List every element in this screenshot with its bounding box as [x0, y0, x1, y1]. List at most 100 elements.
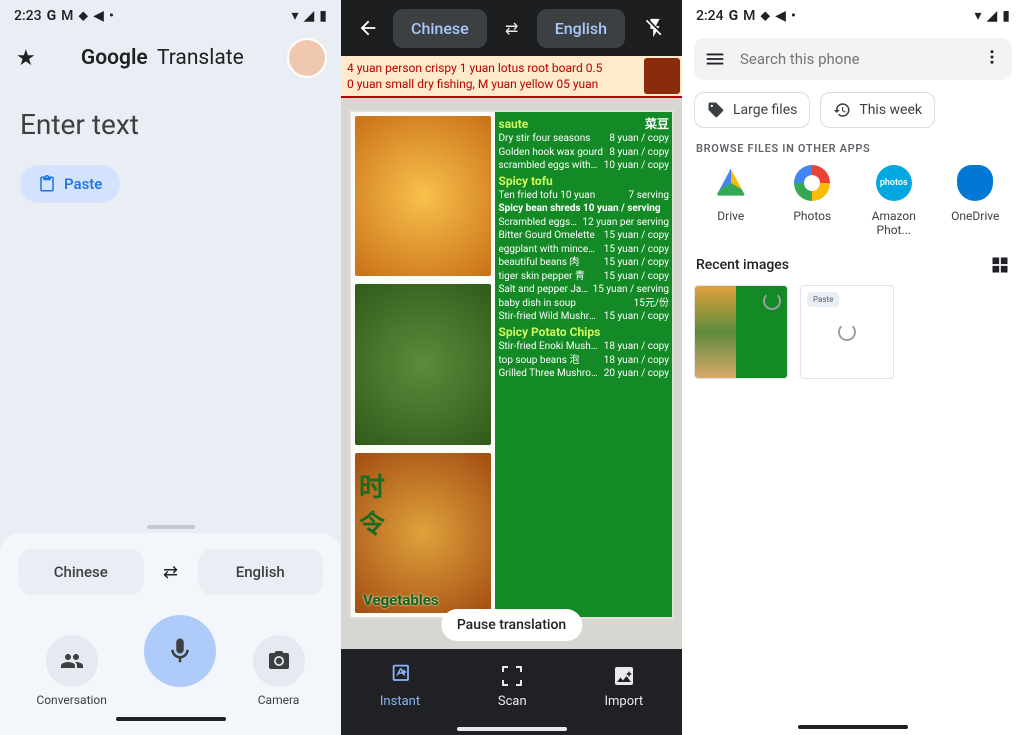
avatar[interactable] [289, 40, 325, 76]
status-time: 2:23 [14, 8, 42, 24]
google-icon: G [47, 8, 57, 24]
conversation-label: Conversation [36, 693, 106, 707]
source-language-button[interactable]: Chinese [18, 549, 144, 595]
camera-source-language[interactable]: Chinese [393, 9, 487, 48]
wifi-icon: ▾ [291, 8, 298, 24]
amazon-photos-icon: photos [876, 165, 912, 201]
status-bar: 2:24 G M ⬥ ◀ • ▾ ◢ ▮ [682, 0, 1024, 28]
dot-icon: • [791, 8, 796, 24]
app-amazon-photos[interactable]: photos Amazon Phot... [857, 165, 931, 237]
app-label: Amazon Phot... [857, 209, 931, 237]
search-bar[interactable] [694, 38, 1012, 80]
signal-icon: ◢ [987, 8, 998, 24]
send-icon: ◀ [93, 8, 104, 24]
app-label: OneDrive [951, 209, 999, 223]
recent-image-thumb[interactable] [694, 285, 788, 379]
saved-icon[interactable]: ★ [16, 46, 36, 71]
misc-icon: ⬥ [760, 8, 770, 24]
battery-icon: ▮ [1002, 8, 1010, 24]
voice-label [178, 693, 181, 707]
menu-text: saute菜豆Dry stir four seasons8 yuan / cop… [495, 112, 672, 617]
history-icon [833, 101, 851, 119]
scan-icon [500, 664, 524, 688]
signal-icon: ◢ [304, 8, 315, 24]
paste-label: Paste [64, 175, 102, 193]
banner-line: 4 yuan person crispy 1 yuan lotus root b… [347, 60, 676, 76]
pause-translation-button[interactable]: Pause translation [441, 609, 582, 641]
filter-label: Large files [733, 102, 797, 118]
vegetables-label: Vegetables [363, 591, 439, 609]
arrow-left-icon [357, 17, 379, 39]
camera-button[interactable] [253, 635, 305, 687]
battery-icon: ▮ [319, 8, 327, 24]
camera-icon [267, 649, 291, 673]
menu-icon[interactable] [704, 48, 726, 70]
recent-images-title: Recent images [696, 257, 789, 273]
import-icon [612, 664, 636, 688]
camera-tabs: Instant Scan Import [341, 649, 682, 735]
nav-bar-icon[interactable] [798, 725, 908, 729]
app-drive[interactable]: Drive [694, 165, 768, 237]
gmail-icon: M [61, 8, 73, 24]
app-title: Google Translate [81, 46, 244, 70]
photos-icon [794, 165, 830, 201]
app-label: Photos [793, 209, 831, 223]
tab-import[interactable]: Import [604, 664, 643, 709]
onedrive-icon [957, 165, 993, 201]
tag-icon [707, 101, 725, 119]
swap-languages-button[interactable]: ⇄ [154, 555, 188, 589]
camera-label: Camera [258, 693, 300, 707]
app-label: Drive [717, 209, 744, 223]
recent-image-thumb[interactable]: Paste [800, 285, 894, 379]
banner-line: 0 yuan small dry fishing, M yuan yellow … [347, 76, 676, 92]
misc-icon: ⬥ [78, 8, 88, 24]
status-bar: 2:23 G M ⬥ ◀ • ▾ ◢ ▮ [0, 0, 341, 28]
nav-bar-icon[interactable] [457, 727, 567, 731]
paste-button[interactable]: Paste [20, 165, 120, 203]
send-icon: ◀ [775, 8, 786, 24]
drag-handle-icon[interactable] [147, 525, 195, 529]
camera-swap-button[interactable]: ⇄ [497, 19, 527, 38]
status-time: 2:24 [696, 8, 724, 24]
more-button[interactable] [982, 48, 1002, 70]
flash-button[interactable] [640, 13, 670, 43]
drive-icon [713, 165, 749, 201]
food-photo-icon [644, 58, 680, 94]
filter-this-week[interactable]: This week [820, 92, 935, 128]
clipboard-icon [38, 175, 56, 193]
grid-view-icon[interactable] [990, 255, 1010, 275]
paste-mini-label: Paste [807, 292, 839, 307]
translated-banner: 4 yuan person crispy 1 yuan lotus root b… [341, 56, 682, 98]
gmail-icon: M [743, 8, 755, 24]
loading-spinner-icon [763, 292, 781, 310]
filter-label: This week [859, 102, 922, 118]
food-photo [355, 284, 491, 444]
menu-card: 时令 Vegetables saute菜豆Dry stir four seaso… [349, 110, 674, 619]
nav-bar-icon[interactable] [116, 717, 226, 721]
voice-button[interactable] [144, 615, 216, 687]
instant-icon [388, 664, 412, 688]
camera-target-language[interactable]: English [537, 9, 625, 48]
target-language-button[interactable]: English [198, 549, 324, 595]
back-button[interactable] [353, 13, 383, 43]
text-input-placeholder[interactable]: Enter text [0, 84, 341, 165]
search-input[interactable] [740, 50, 968, 68]
app-photos[interactable]: Photos [775, 165, 849, 237]
google-icon: G [729, 8, 739, 24]
app-onedrive[interactable]: OneDrive [938, 165, 1012, 237]
wifi-icon: ▾ [974, 8, 981, 24]
chinese-char: 时令 [359, 467, 385, 541]
flash-off-icon [644, 17, 666, 39]
food-photo: 时令 Vegetables [355, 453, 491, 613]
tab-label: Scan [498, 694, 527, 709]
tab-label: Import [604, 694, 643, 709]
more-vert-icon [983, 48, 1001, 66]
loading-spinner-icon [838, 323, 856, 341]
tab-scan[interactable]: Scan [498, 664, 527, 709]
conversation-button[interactable] [46, 635, 98, 687]
camera-top-bar: Chinese ⇄ English [341, 0, 682, 56]
tab-instant[interactable]: Instant [380, 664, 420, 709]
people-icon [60, 649, 84, 673]
dot-icon: • [109, 8, 114, 24]
filter-large-files[interactable]: Large files [694, 92, 810, 128]
